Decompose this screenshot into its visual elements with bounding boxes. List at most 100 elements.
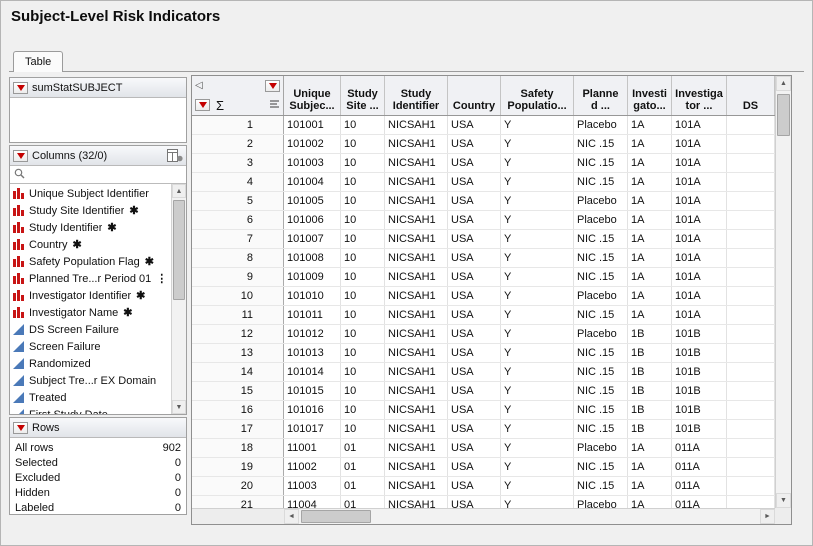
row-number[interactable]: 15: [192, 382, 284, 400]
scroll-up-icon[interactable]: ▲: [776, 76, 791, 91]
table-cell[interactable]: NIC .15: [574, 458, 628, 476]
table-cell[interactable]: 1A: [628, 192, 672, 210]
row-number[interactable]: 16: [192, 401, 284, 419]
table-cell[interactable]: 1A: [628, 306, 672, 324]
table-row[interactable]: 710100710NICSAH1USAYNIC .151A101A: [192, 230, 775, 249]
table-cell[interactable]: Y: [501, 420, 574, 438]
table-cell[interactable]: 101010: [284, 287, 341, 305]
table-row[interactable]: 210100210NICSAH1USAYNIC .151A101A: [192, 135, 775, 154]
table-cell[interactable]: Placebo: [574, 192, 628, 210]
table-cell[interactable]: Y: [501, 439, 574, 457]
table-cell[interactable]: [727, 192, 775, 210]
table-cell[interactable]: NICSAH1: [385, 230, 448, 248]
row-number[interactable]: 12: [192, 325, 284, 343]
scroll-right-icon[interactable]: ►: [760, 509, 775, 524]
table-cell[interactable]: 011A: [672, 477, 727, 495]
table-cell[interactable]: 10: [341, 363, 385, 381]
table-cell[interactable]: 101004: [284, 173, 341, 191]
table-row[interactable]: 181100101NICSAH1USAYPlacebo1A011A: [192, 439, 775, 458]
table-row[interactable]: 1010101010NICSAH1USAYPlacebo1A101A: [192, 287, 775, 306]
table-cell[interactable]: 101A: [672, 230, 727, 248]
table-cell[interactable]: NICSAH1: [385, 173, 448, 191]
table-cell[interactable]: 10: [341, 173, 385, 191]
table-row[interactable]: 1710101710NICSAH1USAYNIC .151B101B: [192, 420, 775, 439]
table-cell[interactable]: USA: [448, 401, 501, 419]
table-cell[interactable]: NIC .15: [574, 154, 628, 172]
table-cell[interactable]: 10: [341, 249, 385, 267]
table-cell[interactable]: [727, 116, 775, 134]
table-cell[interactable]: 10: [341, 344, 385, 362]
table-cell[interactable]: 1A: [628, 135, 672, 153]
column-header[interactable]: Safety Populatio...: [501, 76, 574, 115]
table-cell[interactable]: USA: [448, 306, 501, 324]
scrollbar-thumb[interactable]: [173, 200, 185, 300]
table-cell[interactable]: 101005: [284, 192, 341, 210]
table-cell[interactable]: 1A: [628, 211, 672, 229]
table-cell[interactable]: [727, 401, 775, 419]
table-cell[interactable]: NICSAH1: [385, 306, 448, 324]
table-cell[interactable]: [727, 382, 775, 400]
table-disclosure-icon[interactable]: ◁: [195, 81, 203, 91]
table-cell[interactable]: NICSAH1: [385, 496, 448, 508]
table-cell[interactable]: 1A: [628, 477, 672, 495]
column-header[interactable]: Country: [448, 76, 501, 115]
row-number[interactable]: 11: [192, 306, 284, 324]
table-cell[interactable]: 1A: [628, 287, 672, 305]
table-cell[interactable]: USA: [448, 458, 501, 476]
table-cell[interactable]: [727, 496, 775, 508]
table-cell[interactable]: NICSAH1: [385, 211, 448, 229]
table-cell[interactable]: 101B: [672, 401, 727, 419]
table-cell[interactable]: Y: [501, 135, 574, 153]
table-cell[interactable]: 101A: [672, 268, 727, 286]
table-cell[interactable]: 101007: [284, 230, 341, 248]
scrollbar-thumb[interactable]: [777, 94, 790, 136]
row-number[interactable]: 2: [192, 135, 284, 153]
table-cell[interactable]: 011A: [672, 458, 727, 476]
table-row[interactable]: 1410101410NICSAH1USAYNIC .151B101B: [192, 363, 775, 382]
table-cell[interactable]: NICSAH1: [385, 135, 448, 153]
table-cell[interactable]: [727, 249, 775, 267]
table-cell[interactable]: NIC .15: [574, 363, 628, 381]
table-cell[interactable]: 1B: [628, 363, 672, 381]
table-cell[interactable]: 101017: [284, 420, 341, 438]
row-number[interactable]: 5: [192, 192, 284, 210]
table-cell[interactable]: 101014: [284, 363, 341, 381]
column-list-item[interactable]: First Study Date: [10, 406, 171, 414]
row-number[interactable]: 13: [192, 344, 284, 362]
table-cell[interactable]: 10: [341, 325, 385, 343]
table-cell[interactable]: 101001: [284, 116, 341, 134]
table-row[interactable]: 410100410NICSAH1USAYNIC .151A101A: [192, 173, 775, 192]
table-cell[interactable]: 01: [341, 496, 385, 508]
table-cell[interactable]: NIC .15: [574, 173, 628, 191]
table-row[interactable]: 201100301NICSAH1USAYNIC .151A011A: [192, 477, 775, 496]
table-cell[interactable]: [727, 439, 775, 457]
table-cell[interactable]: 101009: [284, 268, 341, 286]
red-triangle-menu-icon[interactable]: [13, 150, 28, 162]
table-cell[interactable]: NICSAH1: [385, 116, 448, 134]
table-cell[interactable]: [727, 287, 775, 305]
column-list-item[interactable]: Investigator Name✱: [10, 304, 171, 321]
table-cell[interactable]: USA: [448, 268, 501, 286]
tab-table[interactable]: Table: [13, 51, 63, 72]
row-number[interactable]: 20: [192, 477, 284, 495]
row-number[interactable]: 19: [192, 458, 284, 476]
column-search-input[interactable]: [29, 168, 182, 182]
table-cell[interactable]: 11003: [284, 477, 341, 495]
horizontal-scrollbar[interactable]: ◄ ►: [284, 508, 775, 524]
table-cell[interactable]: [727, 230, 775, 248]
columns-list-scrollbar[interactable]: ▲ ▼: [171, 184, 186, 414]
table-cell[interactable]: 11004: [284, 496, 341, 508]
scrollbar-track[interactable]: [299, 509, 760, 524]
table-cell[interactable]: [727, 477, 775, 495]
table-row[interactable]: 310100310NICSAH1USAYNIC .151A101A: [192, 154, 775, 173]
table-cell[interactable]: USA: [448, 135, 501, 153]
table-cell[interactable]: 1B: [628, 325, 672, 343]
table-cell[interactable]: Placebo: [574, 496, 628, 508]
table-row[interactable]: 810100810NICSAH1USAYNIC .151A101A: [192, 249, 775, 268]
table-cell[interactable]: 1A: [628, 458, 672, 476]
column-list-item[interactable]: Study Site Identifier✱: [10, 202, 171, 219]
column-list-item[interactable]: Unique Subject Identifier: [10, 185, 171, 202]
table-cell[interactable]: 101008: [284, 249, 341, 267]
table-cell[interactable]: Y: [501, 344, 574, 362]
table-cell[interactable]: 1A: [628, 439, 672, 457]
